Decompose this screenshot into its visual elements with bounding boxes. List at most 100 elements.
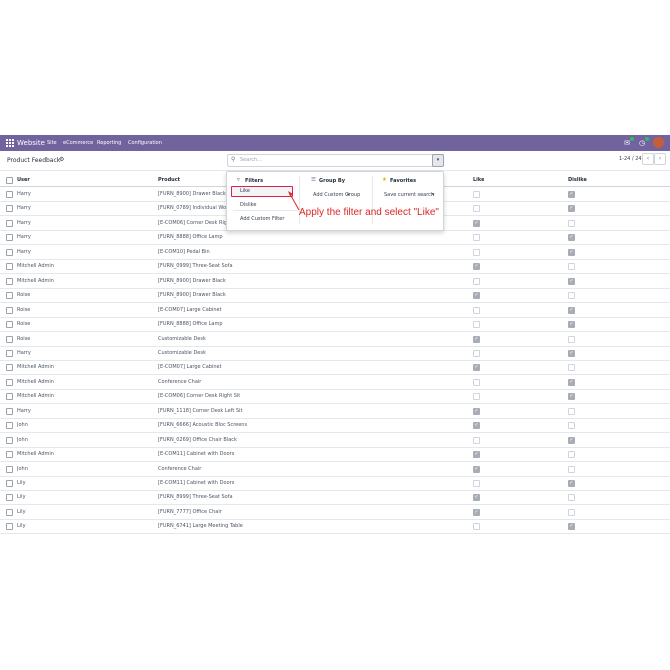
- dislike-checkbox[interactable]: ✓: [568, 234, 575, 242]
- like-checkbox[interactable]: ✓: [473, 494, 480, 502]
- dislike-checkbox[interactable]: [568, 465, 575, 473]
- menu-reporting[interactable]: Reporting: [97, 140, 121, 146]
- table-row[interactable]: Mitchell Admin [E-COM11] Cabinet with Doo…: [0, 447, 670, 463]
- row-checkbox[interactable]: [6, 494, 13, 502]
- like-checkbox[interactable]: ✓: [473, 465, 480, 473]
- user-avatar[interactable]: [653, 137, 664, 148]
- like-checkbox[interactable]: ✓: [473, 335, 480, 343]
- dislike-checkbox[interactable]: ✓: [568, 306, 575, 314]
- table-row[interactable]: Mitchell Admin [FURN_0999] Three-Seat Sof…: [0, 259, 670, 275]
- table-row[interactable]: Roise Customizable Desk ✓: [0, 332, 670, 347]
- dislike-checkbox[interactable]: [568, 335, 575, 343]
- table-row[interactable]: Mitchell Admin [E-COM06] Corner Desk Righ…: [0, 389, 670, 405]
- like-checkbox[interactable]: [473, 349, 480, 357]
- dislike-checkbox[interactable]: ✓: [568, 480, 575, 487]
- dislike-checkbox[interactable]: [568, 508, 575, 516]
- table-row[interactable]: Harry [FURN_1118] Corner Desk Left Sit ✓: [0, 404, 670, 419]
- table-row[interactable]: Mitchell Admin Conference Chair ✓: [0, 375, 670, 390]
- table-row[interactable]: John Conference Chair ✓: [0, 462, 670, 477]
- table-row[interactable]: Lily [FURN_7777] Office Chair ✓: [0, 505, 670, 520]
- add-custom-filter[interactable]: Add Custom Filter: [240, 216, 284, 222]
- like-checkbox[interactable]: ✓: [473, 292, 480, 300]
- table-row[interactable]: Mitchell Admin [E-COM07] Large Cabinet ✓: [0, 360, 670, 376]
- menu-configuration[interactable]: Configuration: [128, 140, 162, 146]
- row-checkbox[interactable]: [6, 321, 13, 329]
- like-checkbox[interactable]: [473, 523, 480, 531]
- dislike-checkbox[interactable]: ✓: [568, 277, 575, 285]
- row-checkbox[interactable]: [6, 451, 13, 459]
- dislike-checkbox[interactable]: ✓: [568, 248, 575, 256]
- dislike-checkbox[interactable]: ✓: [568, 349, 575, 357]
- table-row[interactable]: John [FURN_0269] Office Chair Black ✓: [0, 433, 670, 448]
- add-custom-group-select[interactable]: Add Custom Group: [313, 192, 360, 198]
- row-checkbox[interactable]: [6, 277, 13, 285]
- row-checkbox[interactable]: [6, 378, 13, 386]
- dislike-checkbox[interactable]: [568, 494, 575, 502]
- menu-site[interactable]: Site: [47, 140, 57, 146]
- row-checkbox[interactable]: [6, 407, 13, 415]
- row-checkbox[interactable]: [6, 349, 13, 357]
- select-all-checkbox[interactable]: [6, 177, 13, 184]
- table-row[interactable]: Roise [FURN_8888] Office Lamp ✓: [0, 317, 670, 333]
- dislike-checkbox[interactable]: ✓: [568, 205, 575, 213]
- dislike-checkbox[interactable]: [568, 422, 575, 430]
- table-row[interactable]: Harry [E-COM10] Pedal Bin ✓: [0, 245, 670, 260]
- row-checkbox[interactable]: [6, 422, 13, 430]
- row-checkbox[interactable]: [6, 234, 13, 242]
- like-checkbox[interactable]: ✓: [473, 508, 480, 516]
- table-row[interactable]: Harry [FURN_8888] Office Lamp ✓: [0, 230, 670, 246]
- dislike-checkbox[interactable]: ✓: [568, 436, 575, 444]
- table-row[interactable]: Lily [E-COM11] Cabinet with Doors ✓: [0, 476, 670, 491]
- like-checkbox[interactable]: [473, 277, 480, 285]
- dislike-checkbox[interactable]: [568, 219, 575, 227]
- row-checkbox[interactable]: [6, 393, 13, 401]
- like-checkbox[interactable]: ✓: [473, 451, 480, 459]
- row-checkbox[interactable]: [6, 508, 13, 516]
- search-input[interactable]: ⚲ Search...: [227, 154, 444, 167]
- row-checkbox[interactable]: [6, 335, 13, 343]
- like-checkbox[interactable]: [473, 234, 480, 242]
- column-like[interactable]: Like: [473, 177, 484, 183]
- like-checkbox[interactable]: [473, 205, 480, 213]
- gear-icon[interactable]: ⚙: [59, 156, 64, 163]
- dislike-checkbox[interactable]: [568, 451, 575, 459]
- pager-prev-button[interactable]: ‹: [642, 153, 654, 165]
- row-checkbox[interactable]: [6, 292, 13, 300]
- page-title[interactable]: Product Feedback: [7, 157, 60, 164]
- table-row[interactable]: John [FURN_6666] Acoustic Bloc Screens ✓: [0, 418, 670, 434]
- search-options-toggle[interactable]: ▾: [432, 154, 444, 167]
- like-checkbox[interactable]: ✓: [473, 364, 480, 372]
- pager-value[interactable]: 1-24 / 24: [619, 156, 642, 162]
- dislike-checkbox[interactable]: ✓: [568, 378, 575, 386]
- filter-dislike[interactable]: Dislike: [240, 202, 256, 208]
- like-checkbox[interactable]: ✓: [473, 263, 480, 271]
- pager-next-button[interactable]: ›: [654, 153, 666, 165]
- row-checkbox[interactable]: [6, 436, 13, 444]
- column-dislike[interactable]: Dislike: [568, 177, 587, 183]
- dislike-checkbox[interactable]: ✓: [568, 321, 575, 329]
- row-checkbox[interactable]: [6, 523, 13, 531]
- like-checkbox[interactable]: [473, 306, 480, 314]
- table-row[interactable]: Roise [E-COM07] Large Cabinet ✓: [0, 303, 670, 318]
- table-row[interactable]: Lily [FURN_6741] Large Meeting Table ✓: [0, 519, 670, 535]
- row-checkbox[interactable]: [6, 364, 13, 372]
- row-checkbox[interactable]: [6, 191, 13, 198]
- row-checkbox[interactable]: [6, 219, 13, 227]
- filter-like[interactable]: Like: [231, 186, 293, 197]
- save-current-search[interactable]: Save current search: [384, 192, 434, 198]
- like-checkbox[interactable]: ✓: [473, 422, 480, 430]
- row-checkbox[interactable]: [6, 480, 13, 487]
- row-checkbox[interactable]: [6, 263, 13, 271]
- row-checkbox[interactable]: [6, 248, 13, 256]
- dislike-checkbox[interactable]: [568, 364, 575, 372]
- column-user[interactable]: User: [17, 177, 30, 183]
- like-checkbox[interactable]: [473, 393, 480, 401]
- like-checkbox[interactable]: [473, 436, 480, 444]
- dislike-checkbox[interactable]: [568, 407, 575, 415]
- app-brand[interactable]: Website: [17, 139, 45, 147]
- like-checkbox[interactable]: [473, 321, 480, 329]
- like-checkbox[interactable]: [473, 378, 480, 386]
- like-checkbox[interactable]: ✓: [473, 407, 480, 415]
- dislike-checkbox[interactable]: ✓: [568, 523, 575, 531]
- apps-grid-icon[interactable]: [6, 139, 14, 147]
